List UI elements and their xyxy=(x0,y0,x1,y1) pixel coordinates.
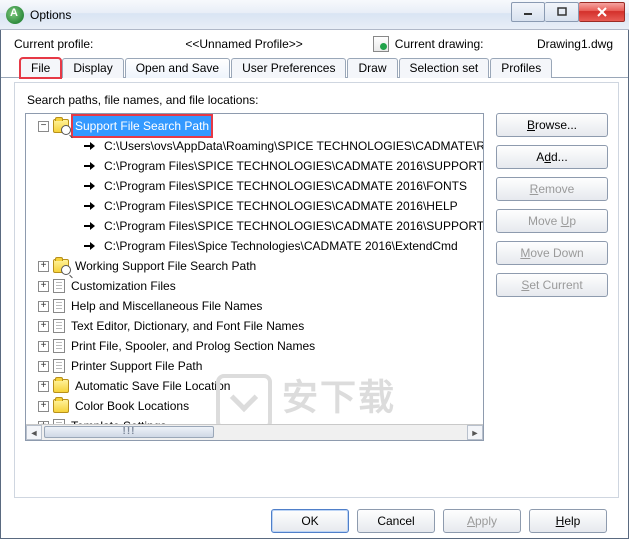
side-buttons: Browse... Add... Remove Move Up Move Dow… xyxy=(496,113,608,441)
maximize-button[interactable] xyxy=(545,2,579,22)
expander-icon[interactable] xyxy=(38,281,49,292)
tree-node-4[interactable]: Print File, Spooler, and Prolog Section … xyxy=(69,336,317,356)
expander-icon[interactable] xyxy=(38,341,49,352)
scroll-left-button[interactable]: ◄ xyxy=(26,425,42,440)
bottom-bar: OK Cancel Apply Help xyxy=(0,509,629,533)
drawing-name: Drawing1.dwg xyxy=(537,37,613,51)
expander-icon[interactable] xyxy=(38,301,49,312)
tree-node-3[interactable]: Text Editor, Dictionary, and Font File N… xyxy=(69,316,306,336)
options-panel: Search paths, file names, and file locat… xyxy=(14,82,619,498)
add-button[interactable]: Add... xyxy=(496,145,608,169)
tree-node-support-file-search-path[interactable]: Support File Search Path xyxy=(73,116,211,136)
arrow-icon xyxy=(82,240,98,252)
tab-profiles[interactable]: Profiles xyxy=(490,58,552,78)
file-icon xyxy=(53,339,65,353)
horizontal-scrollbar[interactable]: ◄ ► xyxy=(26,424,483,440)
tree-node-7[interactable]: Color Book Locations xyxy=(73,396,191,416)
expander-icon[interactable] xyxy=(38,381,49,392)
tab-selection-set[interactable]: Selection set xyxy=(399,58,490,78)
arrow-icon xyxy=(82,220,98,232)
file-icon xyxy=(53,279,65,293)
panel-label: Search paths, file names, and file locat… xyxy=(27,93,608,107)
file-icon xyxy=(53,299,65,313)
expander-icon[interactable] xyxy=(38,401,49,412)
expander-icon[interactable] xyxy=(38,121,49,132)
tree-path-0[interactable]: C:\Users\ovs\AppData\Roaming\SPICE TECHN… xyxy=(102,136,484,156)
scroll-thumb[interactable] xyxy=(44,426,214,438)
tree-node-0[interactable]: Working Support File Search Path xyxy=(73,256,258,276)
expander-icon[interactable] xyxy=(38,321,49,332)
tabs: File Display Open and Save User Preferen… xyxy=(0,56,629,78)
set-current-button[interactable]: Set Current xyxy=(496,273,608,297)
tab-open-and-save[interactable]: Open and Save xyxy=(125,58,230,78)
close-button[interactable] xyxy=(579,2,625,22)
titlebar: Options xyxy=(0,0,629,30)
minimize-button[interactable] xyxy=(511,2,545,22)
arrow-icon xyxy=(82,140,98,152)
folder-search-icon xyxy=(53,259,69,273)
tree-path-2[interactable]: C:\Program Files\SPICE TECHNOLOGIES\CADM… xyxy=(102,176,469,196)
tree-node-2[interactable]: Help and Miscellaneous File Names xyxy=(69,296,264,316)
drawing-icon xyxy=(373,36,389,52)
profile-label: Current profile: xyxy=(14,37,93,51)
arrow-icon xyxy=(82,180,98,192)
move-down-button[interactable]: Move Down xyxy=(496,241,608,265)
remove-button[interactable]: Remove xyxy=(496,177,608,201)
tree-path-4[interactable]: C:\Program Files\SPICE TECHNOLOGIES\CADM… xyxy=(102,216,484,236)
file-icon xyxy=(53,319,65,333)
help-button[interactable]: Help xyxy=(529,509,607,533)
arrow-icon xyxy=(82,160,98,172)
tree-node-5[interactable]: Printer Support File Path xyxy=(69,356,204,376)
tree-path-1[interactable]: C:\Program Files\SPICE TECHNOLOGIES\CADM… xyxy=(102,156,484,176)
tree[interactable]: 安下载 anxz.com Support File Search PathC:\… xyxy=(25,113,484,441)
tree-node-6[interactable]: Automatic Save File Location xyxy=(73,376,232,396)
folder-icon xyxy=(53,399,69,413)
drawing-label: Current drawing: xyxy=(395,37,484,51)
app-icon xyxy=(6,6,24,24)
folder-search-icon xyxy=(53,119,69,133)
tab-draw[interactable]: Draw xyxy=(347,58,397,78)
tab-user-preferences[interactable]: User Preferences xyxy=(231,58,346,78)
browse-button[interactable]: Browse... xyxy=(496,113,608,137)
window-title: Options xyxy=(30,8,71,22)
header-row: Current profile: <<Unnamed Profile>> Cur… xyxy=(0,30,629,56)
tree-path-3[interactable]: C:\Program Files\SPICE TECHNOLOGIES\CADM… xyxy=(102,196,460,216)
folder-icon xyxy=(53,379,69,393)
ok-button[interactable]: OK xyxy=(271,509,349,533)
expander-icon[interactable] xyxy=(38,261,49,272)
file-icon xyxy=(53,359,65,373)
apply-button[interactable]: Apply xyxy=(443,509,521,533)
tab-display[interactable]: Display xyxy=(62,58,123,78)
expander-icon[interactable] xyxy=(38,361,49,372)
arrow-icon xyxy=(82,200,98,212)
profile-name: <<Unnamed Profile>> xyxy=(185,37,302,51)
cancel-button[interactable]: Cancel xyxy=(357,509,435,533)
move-up-button[interactable]: Move Up xyxy=(496,209,608,233)
scroll-right-button[interactable]: ► xyxy=(467,425,483,440)
tab-file[interactable]: File xyxy=(20,58,61,78)
tree-node-1[interactable]: Customization Files xyxy=(69,276,178,296)
tree-path-5[interactable]: C:\Program Files\Spice Technologies\CADM… xyxy=(102,236,460,256)
